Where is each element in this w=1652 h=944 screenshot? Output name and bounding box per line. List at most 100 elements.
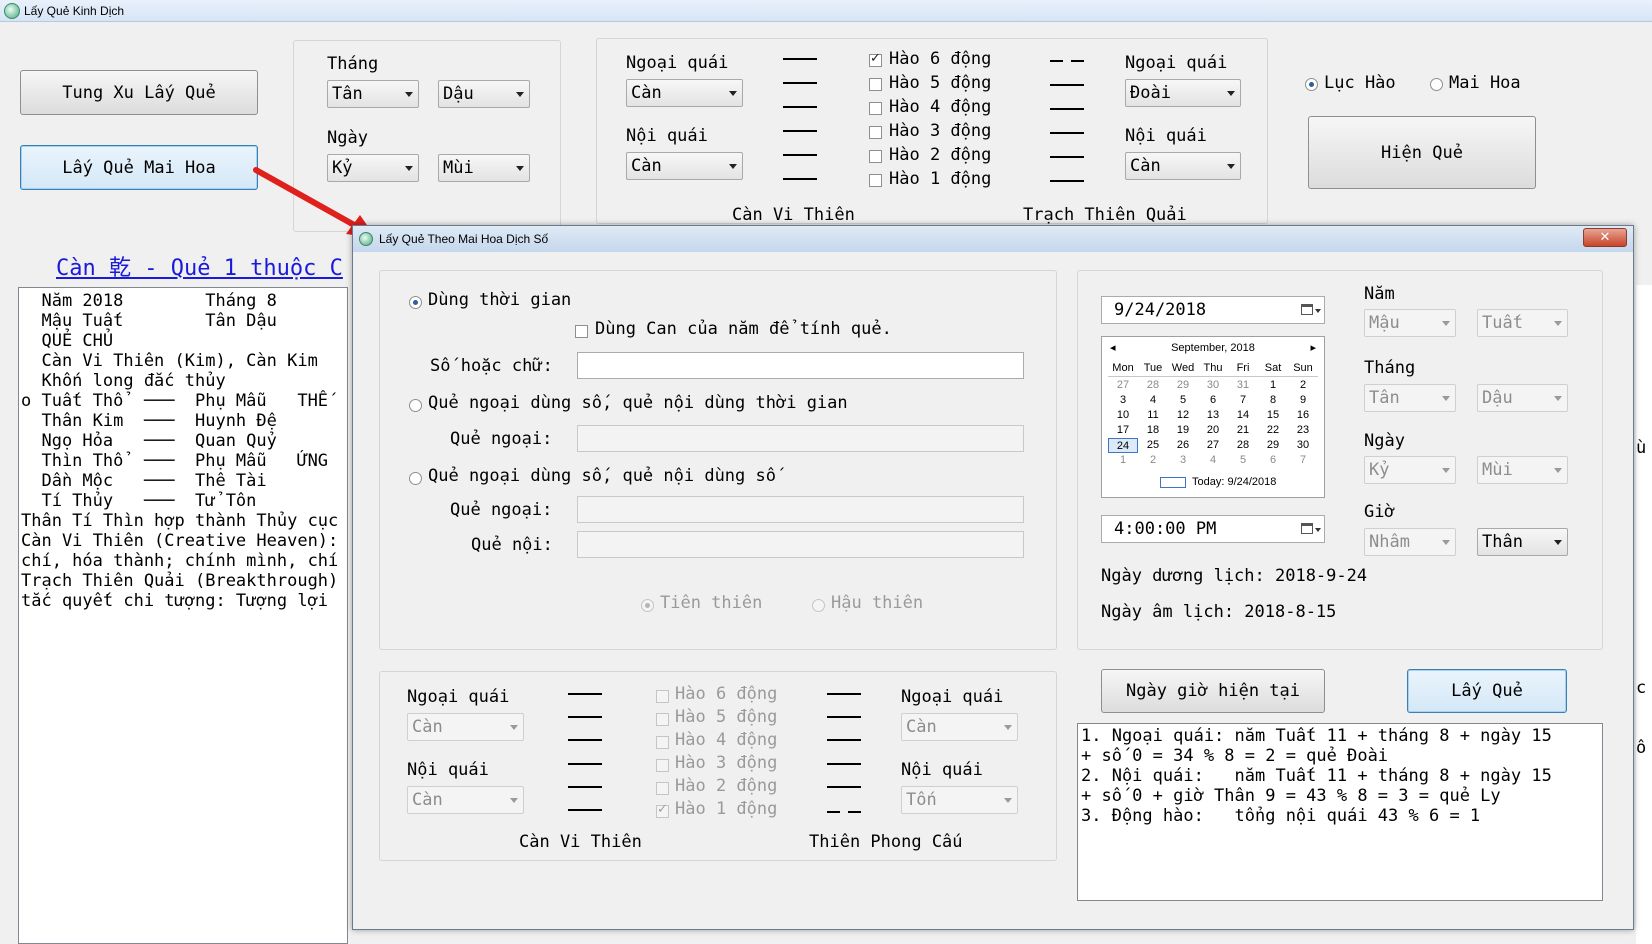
calendar-day[interactable]: 1	[1108, 453, 1138, 468]
calendar-day[interactable]: 29	[1168, 378, 1198, 393]
calendar-days[interactable]: 27 28 29 30 31 1 2 3 4 5 6 7 8 9 10 11 1…	[1108, 378, 1318, 468]
calendar-day[interactable]: 20	[1198, 423, 1228, 438]
noi-quai-combo-bottom-right[interactable]: Tốn	[901, 786, 1018, 814]
calendar-day[interactable]: 11	[1138, 408, 1168, 423]
hao-6-checkbox[interactable]	[869, 51, 882, 67]
main-text-area[interactable]: Năm 2018 Tháng 8 Mậu Tuất Tân Dậu QUẺ CH…	[18, 287, 348, 944]
calendar-next-icon[interactable]: ▸	[1310, 341, 1316, 354]
hao-3-checkbox-bottom[interactable]	[656, 759, 669, 772]
hexagram-heading[interactable]: Càn 乾 - Quẻ 1 thuộc C	[56, 250, 343, 282]
mai-hoa-button[interactable]: Lấy Quẻ Mai Hoa	[20, 145, 258, 190]
calendar-day[interactable]: 18	[1138, 423, 1168, 438]
calendar-day[interactable]: 22	[1258, 423, 1288, 438]
calendar-day[interactable]: 26	[1168, 438, 1198, 453]
calendar-day[interactable]: 14	[1228, 408, 1258, 423]
hao-4-checkbox[interactable]	[869, 102, 882, 115]
calculation-result-box[interactable]: 1. Ngoại quái: năm Tuất 11 + tháng 8 + n…	[1077, 723, 1603, 901]
calendar-day[interactable]: 1	[1258, 378, 1288, 393]
noi-quai-combo-right[interactable]: Càn	[1125, 152, 1241, 180]
calendar-day[interactable]: 7	[1228, 393, 1258, 408]
tung-xu-button[interactable]: Tung Xu Lấy Quẻ	[20, 70, 258, 115]
both-number-radio[interactable]	[409, 472, 422, 485]
calendar-day[interactable]: 21	[1228, 423, 1258, 438]
thang-can-combo-dialog[interactable]: Tân	[1364, 384, 1456, 412]
ngoai-quai-combo-bottom-right[interactable]: Càn	[901, 713, 1018, 741]
calendar-day[interactable]: 5	[1228, 453, 1258, 468]
calendar-day[interactable]: 15	[1258, 408, 1288, 423]
calendar-day[interactable]: 28	[1138, 378, 1168, 393]
close-button[interactable]: ✕	[1583, 228, 1627, 247]
calendar-day[interactable]: 16	[1288, 408, 1318, 423]
hau-thien-radio[interactable]	[812, 599, 825, 612]
calendar-day[interactable]: 4	[1138, 393, 1168, 408]
use-can-checkbox[interactable]	[575, 325, 588, 338]
month-calendar[interactable]: ◂ September, 2018 ▸ Mon Tue Wed Thu Fri …	[1101, 336, 1325, 498]
tien-thien-radio[interactable]	[641, 599, 654, 612]
calendar-day[interactable]: 31	[1228, 378, 1258, 393]
calendar-day[interactable]: 30	[1198, 378, 1228, 393]
ngay-can-combo-dialog[interactable]: Kỷ	[1364, 456, 1456, 484]
hao-2-checkbox[interactable]	[869, 150, 882, 163]
hao-1-checkbox-bottom[interactable]	[656, 802, 669, 818]
calendar-day[interactable]: 3	[1168, 453, 1198, 468]
date-picker[interactable]: 9/24/2018	[1101, 296, 1325, 324]
ngoai-quai-combo-left[interactable]: Càn	[626, 79, 743, 107]
calendar-day[interactable]: 13	[1198, 408, 1228, 423]
nam-can-combo[interactable]: Mậu	[1364, 309, 1456, 337]
calendar-day[interactable]: 2	[1138, 453, 1168, 468]
hien-que-button[interactable]: Hiện Quẻ	[1308, 116, 1536, 189]
thang-can-combo[interactable]: Tân	[327, 80, 419, 108]
so-hoac-chu-input[interactable]	[577, 352, 1024, 379]
calendar-day[interactable]: 10	[1108, 408, 1138, 423]
calendar-day[interactable]: 27	[1198, 438, 1228, 453]
noi-quai-combo-bottom-left[interactable]: Càn	[407, 786, 524, 814]
calendar-day[interactable]: 30	[1288, 438, 1318, 453]
calendar-day[interactable]: 19	[1168, 423, 1198, 438]
gio-chi-combo[interactable]: Thân	[1477, 528, 1568, 556]
calendar-day[interactable]: 12	[1168, 408, 1198, 423]
current-datetime-button[interactable]: Ngày giờ hiện tại	[1101, 669, 1325, 713]
noi-quai-combo-left[interactable]: Càn	[626, 152, 743, 180]
hao-4-checkbox-bottom[interactable]	[656, 736, 669, 749]
calendar-day[interactable]: 23	[1288, 423, 1318, 438]
calendar-day[interactable]: 4	[1198, 453, 1228, 468]
luc-hao-radio[interactable]	[1305, 78, 1318, 91]
calendar-day[interactable]: 9	[1288, 393, 1318, 408]
calendar-day[interactable]: 5	[1168, 393, 1198, 408]
hao-2-checkbox-bottom[interactable]	[656, 782, 669, 795]
use-time-radio[interactable]	[409, 296, 422, 309]
ngoai-quai-combo-right[interactable]: Đoài	[1125, 79, 1241, 107]
calendar-day[interactable]: 17	[1108, 423, 1138, 438]
ngoai-quai-combo-bottom-left[interactable]: Càn	[407, 713, 524, 741]
gio-can-combo[interactable]: Nhâm	[1364, 528, 1456, 556]
hao-5-checkbox-bottom[interactable]	[656, 713, 669, 726]
calendar-day-selected[interactable]: 24	[1108, 438, 1138, 453]
calendar-day[interactable]: 6	[1198, 393, 1228, 408]
mai-hoa-radio[interactable]	[1430, 78, 1443, 91]
hao-6-checkbox-bottom[interactable]	[656, 690, 669, 703]
outer-number-radio[interactable]	[409, 399, 422, 412]
time-picker[interactable]: 4:00:00 PM	[1101, 515, 1325, 543]
ngay-chi-combo-dialog[interactable]: Mùi	[1477, 456, 1568, 484]
hao-5-checkbox[interactable]	[869, 78, 882, 91]
que-noi-input[interactable]	[577, 531, 1024, 558]
calendar-day[interactable]: 7	[1288, 453, 1318, 468]
calendar-day[interactable]: 8	[1258, 393, 1288, 408]
calendar-icon[interactable]	[1301, 523, 1313, 534]
calendar-day[interactable]: 2	[1288, 378, 1318, 393]
calendar-day[interactable]: 27	[1108, 378, 1138, 393]
lay-que-button[interactable]: Lấy Quẻ	[1407, 669, 1567, 713]
hao-1-checkbox[interactable]	[869, 174, 882, 187]
thang-chi-combo-dialog[interactable]: Dậu	[1477, 384, 1568, 412]
nam-chi-combo[interactable]: Tuất	[1477, 309, 1568, 337]
calendar-day[interactable]: 29	[1258, 438, 1288, 453]
calendar-day[interactable]: 3	[1108, 393, 1138, 408]
calendar-today[interactable]: Today: 9/24/2018	[1192, 476, 1276, 488]
ngay-chi-combo[interactable]: Mùi	[438, 154, 530, 182]
calendar-day[interactable]: 25	[1138, 438, 1168, 453]
que-ngoai-input-2[interactable]	[577, 496, 1024, 523]
hao-3-checkbox[interactable]	[869, 126, 882, 139]
calendar-icon[interactable]	[1301, 304, 1313, 315]
thang-chi-combo[interactable]: Dậu	[438, 80, 530, 108]
calendar-day[interactable]: 6	[1258, 453, 1288, 468]
